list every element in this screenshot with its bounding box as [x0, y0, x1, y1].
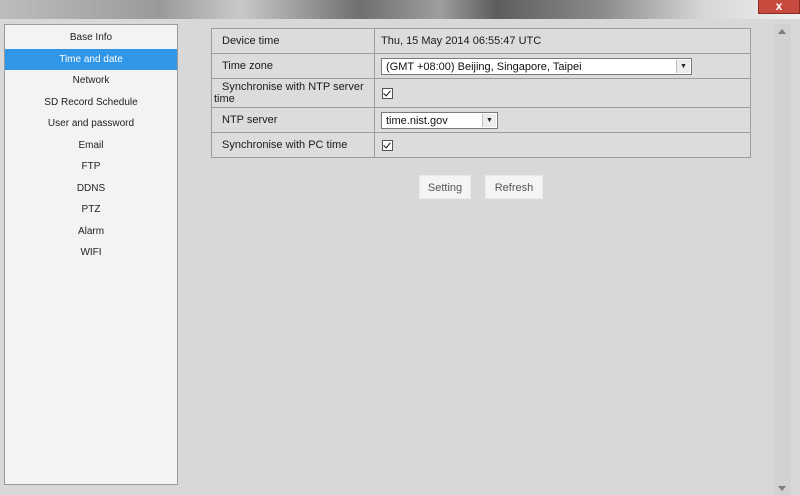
check-icon: [383, 88, 391, 97]
close-icon: x: [775, 0, 783, 13]
sidebar-item-sd-record-schedule[interactable]: SD Record Schedule: [5, 92, 177, 114]
table-row: Synchronise with PC time: [211, 132, 751, 158]
table-row: NTP server time.nist.gov ▼: [211, 107, 751, 133]
time-zone-select[interactable]: (GMT +08:00) Beijing, Singapore, Taipei …: [381, 57, 692, 75]
close-button[interactable]: x: [758, 0, 800, 14]
setting-button[interactable]: Setting: [419, 175, 471, 199]
sync-ntp-label: Synchronise with NTP server time: [214, 81, 364, 105]
sidebar-item-wifi[interactable]: WIFI: [5, 242, 177, 264]
sidebar-item-ftp[interactable]: FTP: [5, 156, 177, 178]
scroll-up-icon[interactable]: [778, 29, 786, 34]
sidebar: Base Info Time and date Network SD Recor…: [4, 24, 178, 485]
sidebar-item-network[interactable]: Network: [5, 70, 177, 92]
sidebar-item-email[interactable]: Email: [5, 135, 177, 157]
vertical-scrollbar[interactable]: [774, 24, 791, 495]
ntp-server-selected-value: time.nist.gov: [386, 114, 448, 127]
time-settings-table: Device time Thu, 15 May 2014 06:55:47 UT…: [211, 28, 751, 158]
sync-pc-label: Synchronise with PC time: [211, 132, 375, 158]
sidebar-item-time-and-date[interactable]: Time and date: [5, 48, 177, 70]
chevron-down-icon: ▼: [676, 59, 690, 73]
check-icon: [383, 140, 391, 149]
window-title-bar: [0, 0, 800, 19]
sync-ntp-checkbox[interactable]: [382, 87, 393, 99]
time-zone-label: Time zone: [211, 53, 375, 79]
ntp-server-select[interactable]: time.nist.gov ▼: [381, 111, 498, 129]
sidebar-item-alarm[interactable]: Alarm: [5, 221, 177, 243]
device-time-label: Device time: [211, 28, 375, 54]
sidebar-item-user-and-password[interactable]: User and password: [5, 113, 177, 135]
chevron-down-icon: ▼: [482, 113, 496, 127]
ntp-server-label: NTP server: [211, 107, 375, 133]
refresh-button[interactable]: Refresh: [485, 175, 543, 199]
sidebar-item-base-info[interactable]: Base Info: [5, 27, 177, 49]
table-row: Synchronise with NTP server time: [211, 78, 751, 108]
sync-pc-checkbox[interactable]: [382, 139, 393, 151]
scroll-down-icon[interactable]: [778, 486, 786, 491]
time-zone-selected-value: (GMT +08:00) Beijing, Singapore, Taipei: [386, 60, 582, 73]
sidebar-item-ddns[interactable]: DDNS: [5, 178, 177, 200]
table-row: Device time Thu, 15 May 2014 06:55:47 UT…: [211, 28, 751, 54]
device-time-value: Thu, 15 May 2014 06:55:47 UTC: [374, 28, 751, 54]
table-row: Time zone (GMT +08:00) Beijing, Singapor…: [211, 53, 751, 79]
sidebar-item-ptz[interactable]: PTZ: [5, 199, 177, 221]
